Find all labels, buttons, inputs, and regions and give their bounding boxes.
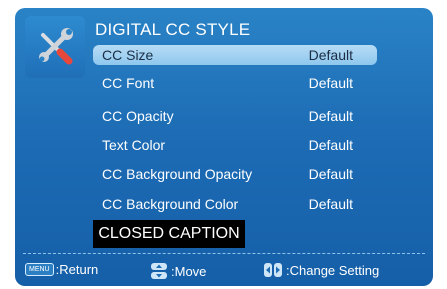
menu-key-icon: MENU [25, 263, 54, 276]
footer-change-hint: :Change Setting [263, 262, 379, 278]
menu-item-label: CC Opacity [102, 108, 174, 124]
menu-item-value: Default [308, 75, 353, 91]
menu-item-label: Text Color [102, 137, 166, 153]
menu-item-value: Default [308, 108, 353, 124]
up-down-arrows-icon [151, 263, 167, 279]
menu-item-cc-background-color[interactable]: CC Background Color Default [93, 194, 377, 214]
move-label: :Move [171, 263, 207, 279]
left-right-arrows-icon [264, 263, 282, 277]
menu-item-value: Default [308, 47, 353, 63]
caption-preview: CLOSED CAPTION [93, 220, 245, 248]
menu-item-label: CC Font [102, 75, 155, 91]
tools-icon [39, 28, 73, 65]
osd-panel: DIGITAL CC STYLE CC Size Default CC Font… [15, 8, 433, 286]
menu-item-value: Default [308, 196, 353, 212]
menu-item-label: CC Background Color [102, 196, 239, 212]
return-label: :Return [55, 262, 99, 277]
menu-item-value: Default [308, 137, 353, 153]
footer-hints: MENU :Return :Move :Change Setting [15, 260, 433, 282]
menu-item-cc-opacity[interactable]: CC Opacity Default [93, 106, 377, 126]
menu-item-text-color[interactable]: Text Color Default [93, 135, 377, 155]
menu-item-label: CC Background Opacity [102, 166, 253, 182]
menu-item-cc-size[interactable]: CC Size Default [93, 45, 377, 65]
menu-item-value: Default [308, 166, 353, 182]
footer-return-hint: MENU :Return [25, 262, 98, 277]
menu-item-cc-font[interactable]: CC Font Default [93, 73, 377, 93]
change-setting-label: :Change Setting [286, 262, 380, 278]
footer-divider [23, 253, 425, 254]
settings-icon-box [25, 16, 85, 78]
menu-item-cc-background-opacity[interactable]: CC Background Opacity Default [93, 164, 377, 184]
menu-item-label: CC Size [102, 47, 154, 63]
footer-move-hint: :Move [150, 262, 206, 280]
menu-title: DIGITAL CC STYLE [95, 20, 251, 39]
